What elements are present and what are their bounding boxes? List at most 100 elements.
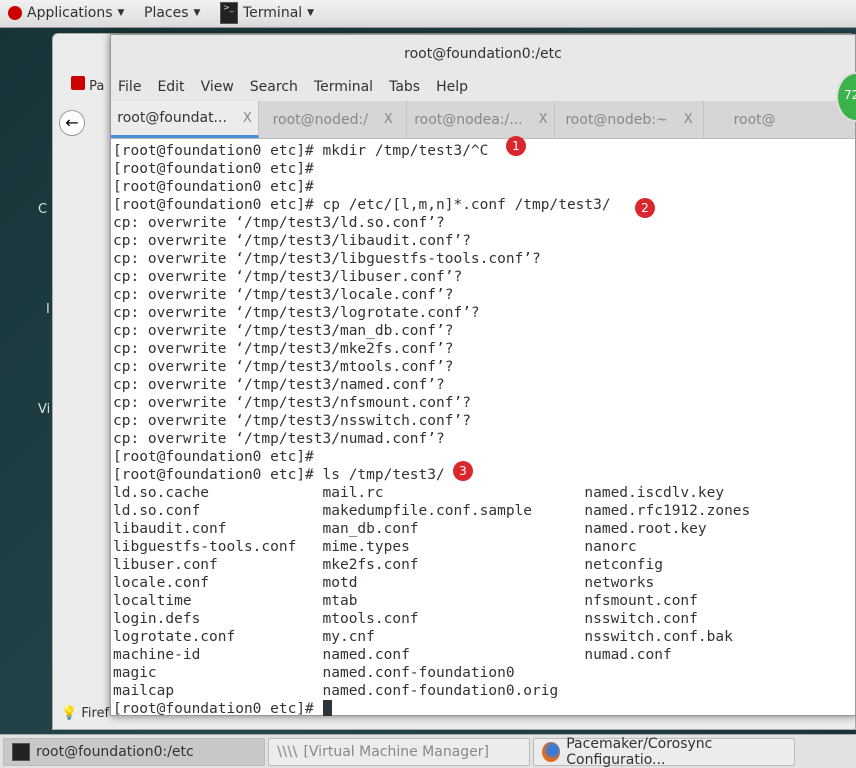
task-terminal[interactable]: root@foundation0:/etc	[3, 738, 265, 766]
ls-entry: mailcap	[113, 683, 175, 699]
tab-nodea[interactable]: root@nodea:/... X	[407, 101, 556, 138]
terminal-line: cp: overwrite ‘/tmp/test3/nsswitch.conf’…	[113, 413, 471, 429]
ls-row: mailcap named.conf-foundation0.orig	[113, 682, 856, 700]
ls-entry: machine-id	[113, 647, 201, 663]
terminal-line: cp: overwrite ‘/tmp/test3/man_db.conf’?	[113, 323, 454, 339]
vmm-icon: \\\\	[277, 744, 298, 760]
ls-row: magic named.conf-foundation0	[113, 664, 856, 682]
menu-edit[interactable]: Edit	[157, 73, 184, 101]
terminal-line: [root@foundation0 etc]#	[113, 700, 856, 718]
annotation-badge: 2	[635, 198, 655, 218]
tab-label: root@nodea:/...	[414, 111, 523, 128]
annotation-badge: 3	[453, 461, 473, 481]
task-virt-manager[interactable]: \\\\ [Virtual Machine Manager]	[268, 738, 530, 766]
menubar: File Edit View Search Terminal Tabs Help	[111, 73, 855, 101]
terminal-output[interactable]: [root@foundation0 etc]# mkdir /tmp/test3…	[111, 139, 856, 717]
firefox-icon	[542, 742, 561, 762]
ls-entry: magic	[113, 665, 157, 681]
ls-entry: localtime	[113, 593, 192, 609]
tab-bar: root@foundat... X root@noded:/ X root@node…	[111, 101, 855, 139]
ls-entry: libaudit.conf	[113, 521, 227, 537]
close-icon[interactable]: X	[684, 112, 693, 127]
ls-row: login.defs mtools.conf nsswitch.conf	[113, 610, 856, 628]
terminal-line: cp: overwrite ‘/tmp/test3/libguestfs-too…	[113, 251, 541, 267]
menu-tabs[interactable]: Tabs	[389, 73, 420, 101]
back-button[interactable]: ←	[59, 110, 85, 136]
ls-entry: man_db.conf	[322, 521, 419, 537]
ls-row: libaudit.conf man_db.conf named.root.key	[113, 520, 856, 538]
menu-view[interactable]: View	[201, 73, 234, 101]
close-icon[interactable]: X	[539, 112, 548, 127]
ls-entry: mke2fs.conf	[322, 557, 419, 573]
ls-entry: libguestfs-tools.conf	[113, 539, 297, 555]
terminal-line: cp: overwrite ‘/tmp/test3/numad.conf’?	[113, 431, 445, 447]
applications-label: Applications	[27, 5, 113, 21]
ls-row: localtime mtab nfsmount.conf	[113, 592, 856, 610]
places-label: Places	[144, 5, 189, 21]
redhat-icon	[8, 6, 22, 20]
top-panel: Applications ▼ Places ▼ >_ Terminal ▼	[0, 0, 856, 28]
ls-entry: netconfig	[584, 557, 663, 573]
terminal-line: cp: overwrite ‘/tmp/test3/libuser.conf’?	[113, 269, 463, 285]
terminal-line: cp: overwrite ‘/tmp/test3/named.conf’?	[113, 377, 445, 393]
ls-entry: login.defs	[113, 611, 201, 627]
tab-partial[interactable]: root@	[704, 101, 855, 138]
redhat-icon	[71, 76, 85, 90]
terminal-app-menu[interactable]: >_ Terminal ▼	[220, 2, 314, 24]
ls-entry: ld.so.conf	[113, 503, 201, 519]
taskbar: root@foundation0:/etc \\\\ [Virtual Machi…	[0, 734, 856, 768]
terminal-window[interactable]: root@foundation0:/etc File Edit View Sea…	[110, 34, 856, 717]
tab-foundation0[interactable]: root@foundat... X	[111, 101, 260, 138]
close-icon[interactable]: X	[384, 112, 393, 127]
terminal-line: [root@foundation0 etc]#	[113, 449, 314, 465]
prompt: [root@foundation0 etc]#	[113, 701, 323, 717]
ls-entry: named.conf-foundation0	[322, 665, 515, 681]
ls-row: libguestfs-tools.conf mime.types nanorc	[113, 538, 856, 556]
menu-file[interactable]: File	[118, 73, 141, 101]
tab-nodeb[interactable]: root@nodeb:~ X	[555, 101, 704, 138]
terminal-line: [root@foundation0 etc]#	[113, 179, 314, 195]
ls-row: logrotate.conf my.cnf nsswitch.conf.bak	[113, 628, 856, 646]
applications-menu[interactable]: Applications ▼	[8, 5, 124, 21]
terminal-line: cp: overwrite ‘/tmp/test3/nfsmount.conf’…	[113, 395, 471, 411]
ls-entry: nfsmount.conf	[584, 593, 698, 609]
task-label: Pacemaker/Corosync Configuratio...	[566, 736, 713, 768]
terminal-label: Terminal	[243, 5, 303, 21]
task-label: [Virtual Machine Manager]	[303, 744, 489, 760]
terminal-icon: >_	[220, 2, 238, 24]
task-firefox[interactable]: Pacemaker/Corosync Configuratio...	[533, 736, 795, 768]
ls-row: ld.so.conf makedumpfile.conf.sample named.…	[113, 502, 856, 520]
ls-row: machine-id named.conf numad.conf	[113, 646, 856, 664]
ls-entry: mail.rc	[322, 485, 384, 501]
tab-label: root@noded:/	[272, 111, 368, 128]
ls-entry: named.root.key	[584, 521, 707, 537]
terminal-line: [root@foundation0 etc]# cp /etc/[l,m,n]*…	[113, 197, 611, 213]
ls-entry: motd	[322, 575, 358, 591]
menu-help[interactable]: Help	[436, 73, 468, 101]
ls-entry: mtools.conf	[322, 611, 419, 627]
ls-entry: mime.types	[322, 539, 410, 555]
ls-row: locale.conf motd networks	[113, 574, 856, 592]
ls-entry: locale.conf	[113, 575, 210, 591]
terminal-line: cp: overwrite ‘/tmp/test3/logrotate.conf…	[113, 305, 480, 321]
menu-search[interactable]: Search	[250, 73, 298, 101]
ls-entry: nanorc	[584, 539, 637, 555]
ls-entry: my.cnf	[322, 629, 375, 645]
tab-noded[interactable]: root@noded:/ X	[259, 101, 408, 138]
ls-entry: nsswitch.conf	[584, 611, 698, 627]
ls-entry: nsswitch.conf.bak	[584, 629, 733, 645]
task-label: root@foundation0:/etc	[36, 744, 194, 760]
firefox-status-label: Firef	[81, 706, 110, 721]
terminal-icon	[12, 743, 30, 761]
terminal-line: [root@foundation0 etc]# mkdir /tmp/test3…	[113, 143, 489, 159]
menu-terminal[interactable]: Terminal	[314, 73, 373, 101]
annotation-badge: 1	[506, 136, 526, 156]
places-menu[interactable]: Places ▼	[144, 5, 200, 21]
ls-entry: logrotate.conf	[113, 629, 236, 645]
firefox-tab[interactable]: Pa	[71, 76, 104, 94]
tab-label: root@foundat...	[117, 110, 227, 126]
chevron-down-icon: ▼	[307, 8, 315, 18]
tab-label: root@	[733, 111, 776, 128]
ls-entry: libuser.conf	[113, 557, 218, 573]
close-icon[interactable]: X	[243, 111, 252, 126]
